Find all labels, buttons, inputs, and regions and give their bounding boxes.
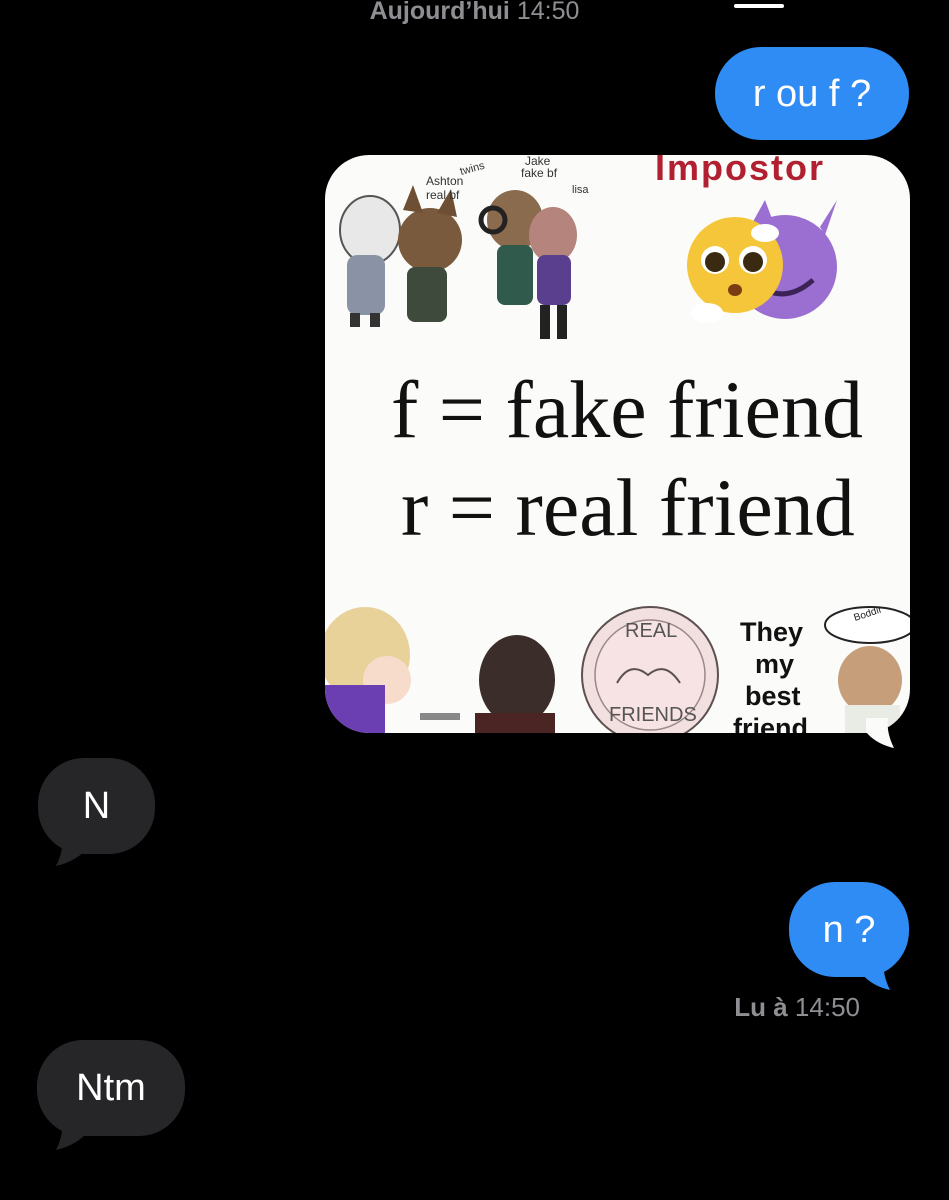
meme-line-fake: f = fake friend <box>391 364 863 455</box>
incoming-bubble-tail <box>56 836 86 866</box>
outgoing-image-message[interactable]: Ashton real bf twins Jake fake bf lisa I… <box>325 155 910 733</box>
label-lisa: lisa <box>572 184 589 196</box>
label-ashton: Ashton <box>426 174 463 188</box>
label-twins: twins <box>459 160 487 178</box>
blonde-character <box>325 607 460 733</box>
message-text: n ? <box>822 908 876 951</box>
image-bubble-tail <box>866 718 894 748</box>
top-indicator-bar <box>734 4 784 8</box>
label-impostor: Impostor <box>655 155 825 188</box>
caption-they: They <box>740 617 803 647</box>
label-fake-bf: fake bf <box>521 166 558 180</box>
read-receipt-label: Lu à <box>734 992 788 1022</box>
outgoing-bubble-tail <box>862 960 890 990</box>
read-receipt-time: 14:50 <box>794 992 860 1022</box>
label-real-bf: real bf <box>426 188 460 202</box>
gacha-character-ashton <box>339 195 401 327</box>
gacha-character-wolf <box>398 185 462 322</box>
badge-label-real: REAL <box>625 620 677 642</box>
gacha-character-lisa <box>529 207 577 339</box>
badge-label-friends: FRIENDS <box>609 704 697 726</box>
outgoing-message-bubble[interactable]: r ou f ? <box>715 47 909 140</box>
bucket-hat-character <box>824 606 910 733</box>
timestamp-day: Aujourd’hui <box>369 0 510 25</box>
caption-best: best <box>745 681 801 711</box>
timestamp-time: 14:50 <box>516 0 580 25</box>
incoming-bubble-tail <box>56 1120 86 1150</box>
dark-haired-character <box>475 635 555 733</box>
caption-my: my <box>755 649 794 679</box>
conversation-timestamp: Aujourd’hui 14:50 <box>0 0 949 24</box>
meme-line-real: r = real friend <box>401 462 855 553</box>
message-text: r ou f ? <box>752 72 872 115</box>
caption-friend: friend <box>733 713 808 733</box>
meme-image: Ashton real bf twins Jake fake bf lisa I… <box>325 155 910 733</box>
read-receipt: Lu à 14:50 <box>700 992 860 1023</box>
message-text: N <box>82 785 111 827</box>
message-text: Ntm <box>76 1067 146 1109</box>
